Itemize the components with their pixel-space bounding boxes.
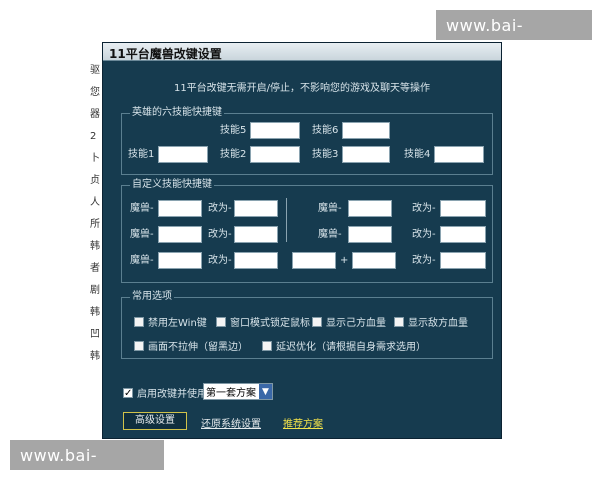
checkbox-box[interactable] [134,340,144,351]
settings-dialog: 11平台魔兽改键设置 11平台改键无需开启/停止，不影响您的游戏及聊天等操作 英… [102,42,502,439]
checkbox-label: 窗口模式锁定鼠标 [230,318,310,329]
disable-win-key-checkbox[interactable]: 禁用左Win键 [134,314,207,329]
combo-plus: + [340,255,349,266]
scheme-select-value: 第一套方案 [206,388,256,399]
restore-system-link[interactable]: 还原系统设置 [201,415,261,430]
skill2-input[interactable] [250,146,300,163]
skill1-input[interactable] [158,146,208,163]
advanced-settings-button[interactable]: 高级设置 [123,412,187,430]
watermark-bottom: www.bai-yan.com [10,440,164,484]
custom-from-input[interactable] [158,226,202,243]
checkbox-box[interactable] [312,316,322,327]
latency-optimize-checkbox[interactable]: 延迟优化（请根据自身需求选用） [262,338,426,353]
window-lock-mouse-checkbox[interactable]: 窗口模式锁定鼠标 [216,314,310,329]
skill4-input[interactable] [434,146,484,163]
custom-from-input[interactable] [348,226,392,243]
custom-from-label: 魔兽- [130,229,154,240]
custom-from-input[interactable] [348,200,392,217]
custom-to-label: 改为- [412,255,436,266]
background-text-fragment: 凹 [90,329,100,340]
custom-from-label: 魔兽- [318,229,342,240]
checkbox-label: 禁用左Win键 [148,318,207,329]
background-text-fragment: 器 [90,109,100,120]
skill3-label: 技能3 [312,149,339,160]
background-text-fragment: 韩 [90,241,100,252]
custom-from-input[interactable] [158,200,202,217]
checkbox-label: 画面不拉伸（留黑边） [148,342,248,353]
custom-from-label: 魔兽- [130,203,154,214]
custom-to-input[interactable] [440,252,486,269]
custom-to-label: 改为- [208,203,232,214]
recommend-scheme-link[interactable]: 推荐方案 [283,415,323,430]
common-options-group-label: 常用选项 [130,291,174,303]
hero-skills-group: 英雄的六技能快捷键 技能5 技能6 技能1 技能2 技能3 技能4 [121,107,493,175]
custom-to-label: 改为- [208,255,232,266]
scheme-select[interactable]: 第一套方案 ▼ [203,383,273,400]
skill5-label: 技能5 [220,125,247,136]
custom-to-input[interactable] [234,226,278,243]
custom-to-input[interactable] [440,226,486,243]
watermark-top: www.bai-yan.com [436,10,592,54]
custom-skills-group-label: 自定义技能快捷键 [130,179,214,191]
custom-to-input[interactable] [234,252,278,269]
custom-from-label: 魔兽- [318,203,342,214]
background-text-fragment: 驱 [90,65,100,76]
checkbox-label: 显示己方血量 [326,318,386,329]
show-self-hp-checkbox[interactable]: 显示己方血量 [312,314,386,329]
checkbox-box[interactable] [394,316,404,327]
custom-skills-group: 自定义技能快捷键 魔兽- 改为- 魔兽- 改为- 魔兽- 改为- 魔兽- 改为-… [121,179,493,283]
custom-to-input[interactable] [234,200,278,217]
background-text-fragment: 剧 [90,285,100,296]
enable-remap-checkbox[interactable]: ✓ 启用改键并使用 [123,385,207,400]
background-text-fragment: 者 [90,263,100,274]
skill3-input[interactable] [342,146,390,163]
background-text-fragment: 贞 [90,175,100,186]
skill5-input[interactable] [250,122,300,139]
skill6-label: 技能6 [312,125,339,136]
background-text-fragment: 2 [90,131,97,142]
checkbox-label: 延迟优化（请根据自身需求选用） [276,342,426,353]
background-page-fragment: 驱您器2卜贞人所韩者剧韩凹韩 [90,60,102,440]
background-text-fragment: 韩 [90,351,100,362]
checkbox-box[interactable] [262,340,272,351]
checkbox-box[interactable] [216,316,226,327]
combo-key-input-2[interactable] [352,252,396,269]
chevron-down-icon[interactable]: ▼ [259,384,272,399]
custom-to-label: 改为- [412,203,436,214]
dialog-titlebar: 11平台魔兽改键设置 [103,43,501,61]
skill6-input[interactable] [342,122,390,139]
checkbox-label: 显示敌方血量 [408,318,468,329]
custom-to-label: 改为- [208,229,232,240]
show-enemy-hp-checkbox[interactable]: 显示敌方血量 [394,314,468,329]
checkbox-box[interactable] [134,316,144,327]
background-text-fragment: 所 [90,219,100,230]
background-text-fragment: 您 [90,87,100,98]
custom-from-label: 魔兽- [130,255,154,266]
combo-key-input-1[interactable] [292,252,336,269]
custom-to-label: 改为- [412,229,436,240]
column-divider [286,198,287,242]
common-options-group: 常用选项 禁用左Win键 窗口模式锁定鼠标 显示己方血量 显示敌方血量 画面不拉… [121,291,493,359]
skill4-label: 技能4 [404,149,431,160]
skill2-label: 技能2 [220,149,247,160]
background-text-fragment: 人 [90,197,100,208]
custom-from-input[interactable] [158,252,202,269]
background-text-fragment: 卜 [90,153,100,164]
enable-remap-label: 启用改键并使用 [137,389,207,400]
skill1-label: 技能1 [128,149,155,160]
background-text-fragment: 韩 [90,307,100,318]
checkbox-box[interactable]: ✓ [123,387,133,398]
no-stretch-checkbox[interactable]: 画面不拉伸（留黑边） [134,338,248,353]
hero-skills-group-label: 英雄的六技能快捷键 [130,107,224,119]
info-text: 11平台改键无需开启/停止，不影响您的游戏及聊天等操作 [173,83,431,94]
custom-to-input[interactable] [440,200,486,217]
